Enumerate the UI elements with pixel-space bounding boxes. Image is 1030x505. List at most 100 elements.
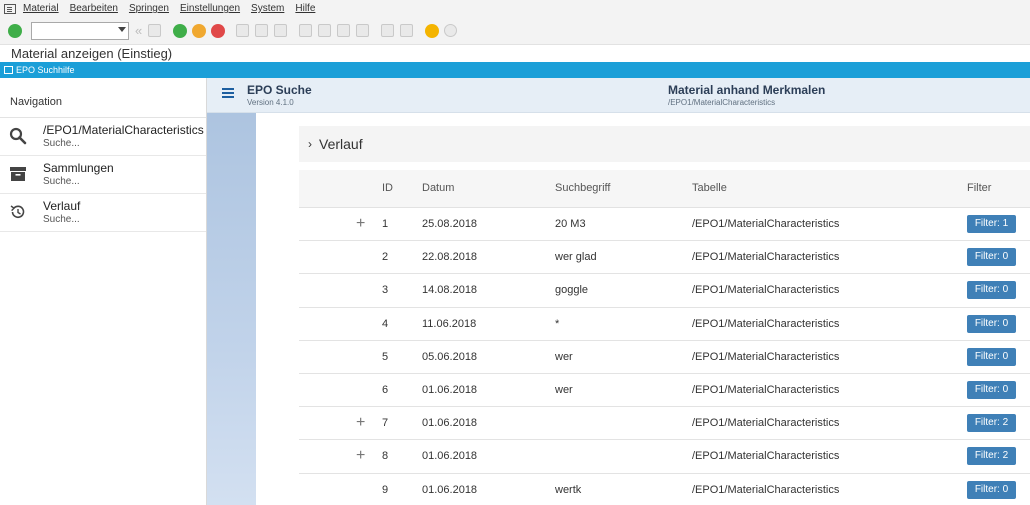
table-row[interactable]: 4 11.06.2018 * /EPO1/MaterialCharacteris… [299, 307, 1030, 341]
toolbar: « [0, 17, 1030, 45]
cancel-icon[interactable] [211, 23, 226, 38]
table-row[interactable]: + 8 01.06.2018 /EPO1/MaterialCharacteris… [299, 440, 1030, 474]
menu-hilfe[interactable]: Hilfe [295, 3, 315, 14]
exit-icon[interactable] [192, 23, 207, 38]
column-header-table[interactable]: Tabelle [692, 182, 727, 194]
table-row[interactable]: 6 01.06.2018 wer /EPO1/MaterialCharacter… [299, 373, 1030, 408]
table-row[interactable]: 2 22.08.2018 wer glad /EPO1/MaterialChar… [299, 241, 1030, 275]
cell-search-term: wer glad [555, 251, 597, 264]
navigation-panel: Navigation /EPO1/MaterialCharacteristics… [0, 78, 207, 505]
menu-bar: Material Bearbeiten Springen Einstellung… [0, 0, 1030, 17]
window-title-strip: EPO Suchhilfe [0, 62, 1030, 78]
filter-button[interactable]: Filter: 0 [967, 281, 1016, 300]
menu-bearbeiten[interactable]: Bearbeiten [70, 3, 118, 14]
verlauf-panel-header[interactable]: › Verlauf [299, 126, 1030, 162]
expand-icon[interactable]: + [356, 215, 365, 233]
last-page-icon[interactable] [356, 24, 370, 37]
expand-icon[interactable]: + [356, 447, 365, 465]
next-page-icon[interactable] [337, 24, 351, 37]
nav-item-subtitle: Suche... [43, 138, 80, 149]
cell-date: 14.08.2018 [422, 284, 478, 297]
menu-hamburger-icon[interactable] [222, 88, 234, 98]
table-row[interactable]: 9 01.06.2018 wertk /EPO1/MaterialCharact… [299, 473, 1030, 505]
filter-button[interactable]: Filter: 0 [967, 480, 1016, 499]
cell-search-term: wer [555, 350, 573, 363]
cell-search-term: 20 M3 [555, 218, 586, 230]
help-icon[interactable] [425, 23, 440, 38]
cell-table: /EPO1/MaterialCharacteristics [692, 383, 840, 396]
filter-button[interactable]: Filter: 2 [967, 414, 1016, 433]
column-header-search-term[interactable]: Suchbegriff [555, 182, 610, 194]
app-menu-icon[interactable] [4, 3, 16, 14]
back-icon[interactable] [173, 23, 188, 38]
window-icon [4, 66, 13, 74]
previous-page-icon[interactable] [318, 24, 332, 37]
find-icon[interactable] [255, 24, 269, 37]
cell-date: 01.06.2018 [422, 417, 478, 430]
nav-item-subtitle: Suche... [43, 176, 80, 187]
print-icon[interactable] [236, 24, 250, 37]
cell-id: 1 [382, 218, 389, 230]
enter-icon[interactable] [8, 23, 22, 38]
column-header-filter[interactable]: Filter [967, 182, 991, 194]
back-double-arrow-icon[interactable]: « [135, 23, 142, 38]
navigation-header: Navigation [0, 78, 206, 118]
app-header: EPO Suche Version 4.1.0 Material anhand … [207, 78, 1030, 113]
nav-item-subtitle: Suche... [43, 214, 80, 225]
cell-id: 2 [382, 251, 389, 264]
chevron-down-icon[interactable] [118, 26, 126, 32]
first-page-icon[interactable] [299, 24, 313, 37]
window-title: EPO Suchhilfe [16, 65, 75, 75]
cell-date: 01.06.2018 [422, 450, 478, 463]
cell-table: /EPO1/MaterialCharacteristics [692, 350, 840, 363]
table-row[interactable]: + 1 25.08.2018 20 M3 /EPO1/MaterialChara… [299, 208, 1030, 242]
app-title: EPO Suche [247, 83, 312, 97]
settings-icon[interactable] [444, 24, 458, 37]
column-header-date[interactable]: Datum [422, 182, 454, 194]
nav-item-material-characteristics[interactable]: /EPO1/MaterialCharacteristics Suche... [0, 118, 206, 156]
cell-table: /EPO1/MaterialCharacteristics [692, 218, 840, 230]
verlauf-title: Verlauf [319, 136, 363, 152]
cell-table: /EPO1/MaterialCharacteristics [692, 483, 840, 496]
nav-item-title: /EPO1/MaterialCharacteristics [43, 123, 204, 137]
cell-search-term: wertk [555, 483, 582, 496]
nav-item-verlauf[interactable]: Verlauf Suche... [0, 194, 206, 232]
filter-button[interactable]: Filter: 0 [967, 314, 1016, 333]
filter-button[interactable]: Filter: 0 [967, 380, 1016, 399]
table-row[interactable]: 3 14.08.2018 goggle /EPO1/MaterialCharac… [299, 274, 1030, 308]
menu-springen[interactable]: Springen [129, 3, 169, 14]
create-session-icon[interactable] [381, 24, 395, 37]
cell-date: 22.08.2018 [422, 251, 478, 264]
nav-item-sammlungen[interactable]: Sammlungen Suche... [0, 156, 206, 194]
shortcut-icon[interactable] [400, 24, 414, 37]
menu-system[interactable]: System [251, 3, 284, 14]
table-row[interactable]: + 7 01.06.2018 /EPO1/MaterialCharacteris… [299, 407, 1030, 441]
expand-icon[interactable]: + [356, 414, 365, 432]
cell-id: 9 [382, 483, 389, 496]
screen-title: Material anzeigen (Einstieg) [11, 46, 173, 61]
filter-button[interactable]: Filter: 2 [967, 447, 1016, 466]
cell-id: 5 [382, 350, 389, 363]
screen-title-bar: Material anzeigen (Einstieg) [0, 45, 1030, 62]
cell-search-term: wer [555, 383, 573, 396]
archive-box-icon [10, 167, 26, 181]
page-subtitle: /EPO1/MaterialCharacteristics [668, 98, 776, 107]
column-header-id[interactable]: ID [382, 182, 393, 194]
menu-material[interactable]: Material [23, 3, 59, 14]
command-field[interactable] [31, 21, 129, 40]
filter-button[interactable]: Filter: 0 [967, 248, 1016, 267]
cell-date: 25.08.2018 [422, 218, 478, 230]
chevron-right-icon[interactable]: › [308, 137, 312, 151]
cell-id: 7 [382, 417, 389, 430]
save-icon[interactable] [148, 24, 162, 37]
table-row[interactable]: 5 05.06.2018 wer /EPO1/MaterialCharacter… [299, 340, 1030, 374]
filter-button[interactable]: Filter: 1 [967, 215, 1016, 233]
cell-date: 11.06.2018 [422, 317, 477, 330]
cell-id: 8 [382, 450, 389, 463]
cell-table: /EPO1/MaterialCharacteristics [692, 251, 840, 264]
filter-button[interactable]: Filter: 0 [967, 347, 1016, 366]
page-title: Material anhand Merkmalen [668, 83, 826, 97]
find-next-icon[interactable] [274, 24, 288, 37]
cell-table: /EPO1/MaterialCharacteristics [692, 317, 840, 330]
menu-einstellungen[interactable]: Einstellungen [180, 3, 240, 14]
